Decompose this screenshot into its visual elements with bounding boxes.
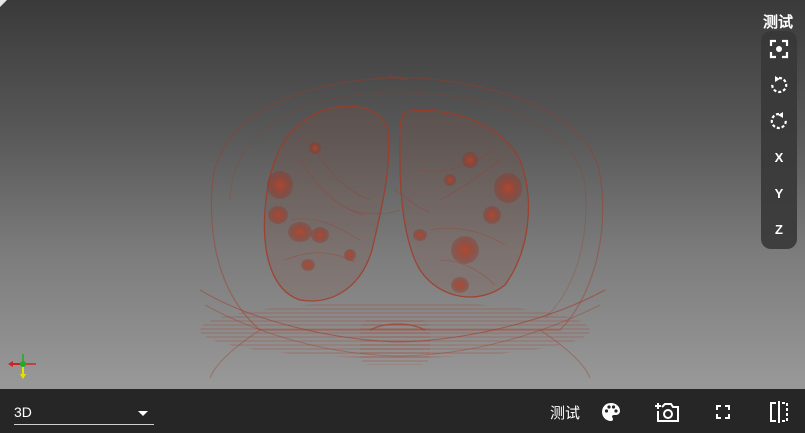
split-view-button[interactable] [766,400,792,424]
rotate-left-icon [771,76,788,94]
fullscreen-icon [716,405,730,419]
view-mode-select[interactable]: 3D [14,402,154,425]
split-view-icon [770,401,788,423]
palette-button[interactable] [598,400,624,424]
focus-button[interactable] [761,31,797,67]
axis-x-button[interactable]: X [761,139,797,175]
view-toolbar: X Y Z [761,31,797,249]
3d-viewport[interactable] [0,0,805,389]
right-toolbar-label: 测试 [762,14,793,31]
bottom-toolbar-label: 测试 [550,405,581,422]
axis-z-button[interactable]: Z [761,211,797,247]
rotate-right-button[interactable] [761,103,797,139]
view-mode-value: 3D [14,404,32,420]
rotate-left-button[interactable] [761,67,797,103]
fullscreen-button[interactable] [710,400,736,424]
add-screenshot-button[interactable] [654,400,680,424]
chevron-down-icon [138,411,148,416]
volume-rendering [199,75,606,379]
add-camera-icon [655,403,679,422]
rotate-right-icon [770,112,787,130]
focus-icon [769,39,789,59]
orientation-axes-marker [8,354,36,379]
axis-y-button[interactable]: Y [761,175,797,211]
palette-icon [602,403,620,421]
